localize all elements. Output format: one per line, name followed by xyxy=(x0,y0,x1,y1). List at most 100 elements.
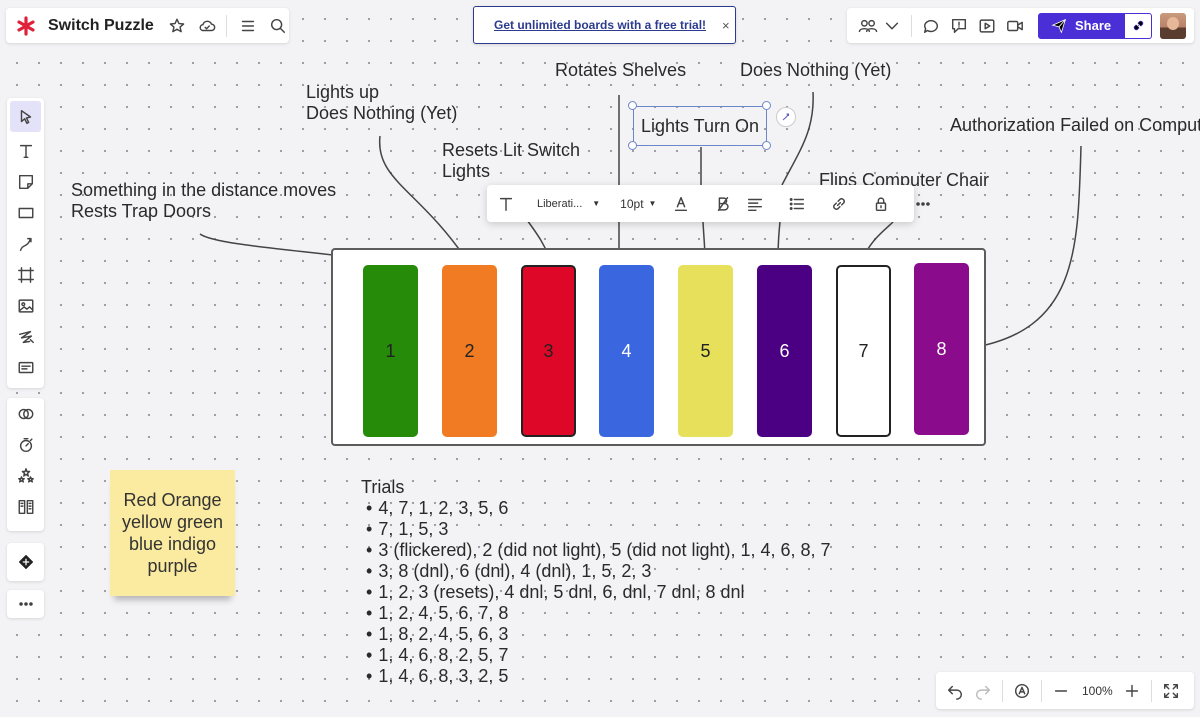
logo-icon[interactable] xyxy=(16,15,36,36)
plugin-icon[interactable] xyxy=(7,543,44,581)
switch-4[interactable]: 4 xyxy=(599,265,654,437)
zoom-controls: 100% xyxy=(936,672,1194,709)
link-icon[interactable] xyxy=(830,195,848,213)
frame-tool-icon[interactable] xyxy=(7,259,44,290)
divider xyxy=(1041,679,1042,702)
switch-label: 1 xyxy=(385,340,396,361)
selected-text-box[interactable]: Lights Turn On xyxy=(633,106,767,146)
list-item: 4, 7, 1, 2, 3, 5, 6 xyxy=(366,498,831,519)
switch-1[interactable]: 1 xyxy=(363,265,418,437)
label-rests-trap-doors[interactable]: Rests Trap Doors xyxy=(71,201,211,222)
label-does-nothing-2[interactable]: Does Nothing (Yet) xyxy=(740,60,891,81)
trials-list[interactable]: 4, 7, 1, 2, 3, 5, 6 7, 1, 5, 3 3 (flicke… xyxy=(366,498,831,687)
select-tool-icon[interactable] xyxy=(10,101,41,132)
connection-line-icon[interactable] xyxy=(7,228,44,259)
templates-icon[interactable] xyxy=(7,491,44,522)
voting-icon[interactable] xyxy=(7,460,44,491)
fullscreen-icon[interactable] xyxy=(1162,682,1180,700)
present-icon[interactable] xyxy=(978,17,996,35)
image-upload-icon[interactable] xyxy=(7,290,44,321)
timer-icon[interactable] xyxy=(7,429,44,460)
label-authorization-failed[interactable]: Authorization Failed on Compute xyxy=(950,115,1200,136)
list-item: 1, 2, 4, 5, 6, 7, 8 xyxy=(366,603,831,624)
zoom-in-icon[interactable] xyxy=(1123,682,1141,700)
switch-label: 4 xyxy=(621,340,632,361)
switch-2[interactable]: 2 xyxy=(442,265,497,437)
list-item: 7, 1, 5, 3 xyxy=(366,519,831,540)
comment-icon[interactable] xyxy=(922,17,940,35)
list-item: 1, 2, 3 (resets), 4 dnl, 5 dnl, 6, dnl, … xyxy=(366,582,831,603)
menu-icon[interactable] xyxy=(239,17,257,35)
chat-icon[interactable] xyxy=(950,17,968,35)
video-call-icon[interactable] xyxy=(1006,17,1024,35)
label-resets-lit-switch[interactable]: Resets Lit Switch xyxy=(442,140,580,161)
resize-handle-top-left[interactable] xyxy=(628,101,637,110)
zoom-level[interactable]: 100% xyxy=(1082,684,1113,698)
comment-tool-icon[interactable] xyxy=(7,352,44,383)
switch-panel[interactable]: 1 2 3 4 5 6 7 8 xyxy=(331,248,986,446)
align-icon[interactable] xyxy=(746,195,764,213)
avatar[interactable] xyxy=(1160,12,1187,39)
board-header: Switch Puzzle xyxy=(6,8,289,43)
resize-handle-top-right[interactable] xyxy=(762,101,771,110)
font-family-select[interactable]: Liberati... ▼ xyxy=(537,198,600,210)
bullet-list-icon[interactable] xyxy=(788,195,806,213)
share-button[interactable]: Share xyxy=(1038,12,1153,39)
map-icon[interactable] xyxy=(1013,682,1031,700)
sticky-note-tool-icon[interactable] xyxy=(7,166,44,197)
trials-heading[interactable]: Trials xyxy=(361,477,404,498)
list-item: 1, 4, 6, 8, 3, 2, 5 xyxy=(366,666,831,687)
text-type-icon[interactable] xyxy=(497,195,515,213)
cloud-icon[interactable] xyxy=(198,17,216,35)
share-label: Share xyxy=(1075,18,1112,33)
switch-3[interactable]: 3 xyxy=(521,265,576,437)
arrow-switch-6-upper xyxy=(781,91,814,186)
close-icon[interactable]: × xyxy=(722,18,730,33)
switch-6[interactable]: 6 xyxy=(757,265,812,437)
label-lights-up[interactable]: Lights up xyxy=(306,82,379,103)
board-title[interactable]: Switch Puzzle xyxy=(48,17,154,35)
more-icon[interactable] xyxy=(7,590,44,618)
shape-tool-icon[interactable] xyxy=(7,197,44,228)
free-trial-link[interactable]: Get unlimited boards with a free trial! xyxy=(494,18,706,32)
search-icon[interactable] xyxy=(269,17,287,35)
list-item: 1, 8, 2, 4, 5, 6, 3 xyxy=(366,624,831,645)
text-tool-icon[interactable] xyxy=(7,135,44,166)
label-resets-lit-switch-line2[interactable]: Lights xyxy=(442,161,490,182)
undo-icon[interactable] xyxy=(946,682,964,700)
switch-7[interactable]: 7 xyxy=(836,265,891,437)
lock-icon[interactable] xyxy=(872,195,890,213)
sticky-note[interactable]: Red Orange yellow green blue indigo purp… xyxy=(110,470,235,596)
switch-label: 7 xyxy=(858,340,869,361)
bold-icon[interactable] xyxy=(714,195,732,213)
label-does-nothing[interactable]: Does Nothing (Yet) xyxy=(306,103,457,124)
link-icon[interactable] xyxy=(1125,13,1152,38)
more-options-icon[interactable] xyxy=(914,195,932,213)
divider xyxy=(1150,679,1152,702)
switch-8[interactable]: 8 xyxy=(914,263,969,435)
divider xyxy=(1002,679,1003,702)
left-toolbar-apps xyxy=(7,398,44,531)
venn-diagram-icon[interactable] xyxy=(7,398,44,429)
text-color-icon[interactable] xyxy=(672,195,690,213)
switch-label: 2 xyxy=(464,340,475,361)
collaborators-icon[interactable] xyxy=(857,17,879,35)
pen-tool-icon[interactable] xyxy=(7,321,44,352)
left-toolbar-more xyxy=(7,590,44,618)
label-something-moves[interactable]: Something in the distance moves xyxy=(71,180,336,201)
zoom-out-icon[interactable] xyxy=(1052,682,1070,700)
redo-icon[interactable] xyxy=(974,682,992,700)
label-rotates-shelves[interactable]: Rotates Shelves xyxy=(555,60,686,81)
resize-handle-bottom-left[interactable] xyxy=(628,141,637,150)
chevron-down-icon[interactable] xyxy=(883,17,901,35)
caret-down-icon: ▼ xyxy=(592,199,601,208)
list-item: 3, 8 (dnl), 6 (dnl), 4 (dnl), 1, 5, 2, 3 xyxy=(366,561,831,582)
font-size-select[interactable]: 10pt ▼ xyxy=(620,197,656,211)
switch-5[interactable]: 5 xyxy=(678,265,733,437)
font-size-value: 10pt xyxy=(620,196,644,211)
star-icon[interactable] xyxy=(168,17,186,35)
list-item: 3 (flickered), 2 (did not light), 5 (did… xyxy=(366,540,830,561)
rotate-handle-icon[interactable] xyxy=(776,107,796,127)
switch-label: 5 xyxy=(700,340,711,361)
resize-handle-bottom-right[interactable] xyxy=(762,141,771,150)
